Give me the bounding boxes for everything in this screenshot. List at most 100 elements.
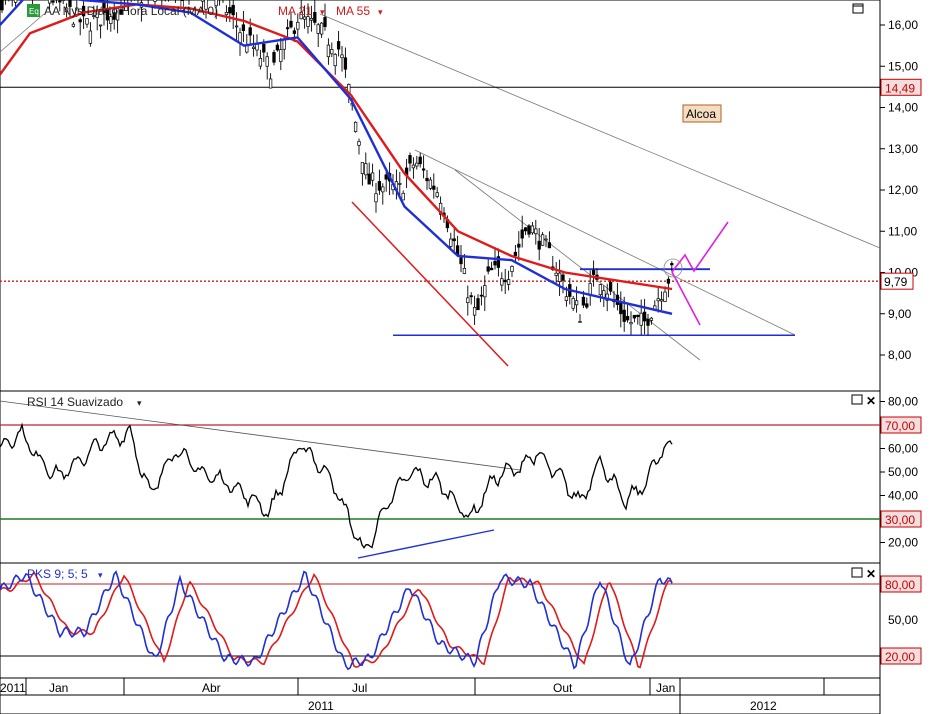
price-candle-body bbox=[479, 294, 484, 297]
price-candle-body bbox=[58, 0, 62, 3]
close-stoch-icon[interactable]: ✕ bbox=[866, 567, 876, 581]
price-panel[interactable] bbox=[0, 0, 881, 392]
price-candle-body bbox=[381, 186, 385, 193]
price-candle-body bbox=[493, 260, 497, 266]
price-candle-body bbox=[343, 57, 348, 70]
price-candle-body bbox=[377, 181, 382, 191]
price-tick-label: 8,00 bbox=[888, 348, 912, 362]
price-candle-body bbox=[649, 317, 654, 321]
x-axis-month-label: Jan bbox=[49, 681, 68, 695]
price-candle-body bbox=[200, 0, 205, 2]
price-candle-body bbox=[466, 297, 470, 303]
price-candle-body bbox=[510, 266, 514, 272]
stoch-dropdown-icon[interactable]: ▾ bbox=[98, 570, 103, 580]
rsi-tick-label: 60,00 bbox=[888, 442, 918, 456]
price-candle-body bbox=[663, 291, 667, 302]
rsi-panel[interactable] bbox=[0, 390, 881, 564]
price-tick-label: 12,00 bbox=[888, 183, 918, 197]
price-candle-body bbox=[459, 257, 463, 265]
ma-fast-dropdown-icon[interactable]: ▾ bbox=[320, 7, 325, 17]
price-candle-body bbox=[47, 0, 52, 4]
price-candle-body bbox=[581, 296, 586, 306]
price-candle-body bbox=[659, 299, 664, 302]
price-candle-body bbox=[370, 172, 375, 181]
price-candle-body bbox=[619, 301, 623, 315]
price-candle-body bbox=[476, 298, 480, 311]
price-candle-body bbox=[51, 0, 55, 3]
price-candle-body bbox=[469, 295, 473, 298]
stoch-title[interactable]: PKS 9; 5; 5 bbox=[27, 567, 88, 581]
price-candle-body bbox=[411, 164, 416, 169]
price-candle-body bbox=[585, 303, 589, 308]
price-candle-body bbox=[323, 17, 327, 27]
price-candle-body bbox=[275, 44, 280, 51]
price-candle-body bbox=[418, 156, 422, 165]
price-candle-body bbox=[408, 155, 412, 164]
price-tick-label: 14,00 bbox=[888, 101, 918, 115]
price-candle-body bbox=[374, 193, 378, 203]
x-axis-month-label: Out bbox=[553, 681, 573, 695]
price-candle-body bbox=[245, 45, 249, 53]
x-axis-year-label: 2012 bbox=[750, 699, 777, 713]
rsi-dropdown-icon[interactable]: ▾ bbox=[137, 398, 142, 408]
price-tick-label: 16,00 bbox=[888, 18, 918, 32]
stoch-panel[interactable] bbox=[0, 562, 881, 679]
price-candle-body bbox=[398, 183, 402, 185]
price-candle-body bbox=[85, 18, 89, 25]
price-candle-body bbox=[517, 243, 521, 248]
price-candle-body bbox=[530, 225, 535, 234]
price-candle-body bbox=[306, 16, 310, 27]
price-candle-body bbox=[554, 272, 558, 276]
price-candle-body bbox=[574, 300, 579, 306]
ma-slow-dropdown-icon[interactable]: ▾ bbox=[378, 7, 383, 17]
price-candle-body bbox=[282, 39, 286, 50]
price-candle-body bbox=[248, 27, 252, 36]
chart-canvas[interactable]: 16,0015,0014,0013,0012,0011,0010,009,008… bbox=[0, 0, 930, 714]
price-candle-body bbox=[602, 290, 606, 298]
price-candle-body bbox=[289, 20, 293, 28]
x-axis-years-band bbox=[0, 694, 881, 714]
chart-title[interactable]: AA Nys Diário Hora Local (MA 0) bbox=[44, 4, 218, 18]
price-candle-body bbox=[666, 278, 671, 284]
price-candle-body bbox=[642, 311, 647, 322]
price-tick-label: 9,00 bbox=[888, 307, 912, 321]
price-candle-body bbox=[364, 163, 368, 176]
ma-fast-label[interactable]: MA 21 bbox=[278, 4, 312, 18]
price-candle-body bbox=[292, 30, 297, 34]
price-candle-body bbox=[639, 312, 643, 326]
price-candle-body bbox=[421, 168, 426, 171]
price-candle-body bbox=[330, 49, 334, 55]
x-axis-month-label: 2011 bbox=[0, 681, 26, 695]
close-rsi-icon[interactable]: ✕ bbox=[866, 394, 876, 408]
rsi-upper-tag-label: 70,00 bbox=[885, 419, 915, 433]
price-candle-body bbox=[537, 240, 541, 250]
price-candle-body bbox=[462, 268, 467, 274]
price-candle-body bbox=[98, 24, 103, 27]
price-candle-body bbox=[279, 49, 283, 62]
price-candle-body bbox=[316, 24, 320, 34]
price-candle-body bbox=[449, 238, 453, 247]
price-candle-body bbox=[296, 21, 300, 30]
price-candle-body bbox=[578, 321, 582, 323]
price-candle-body bbox=[88, 30, 93, 44]
stoch-lower-tag-label: 20,00 bbox=[885, 650, 915, 664]
price-candle-body bbox=[500, 278, 504, 286]
price-candle-body bbox=[452, 238, 456, 242]
ma-slow-label[interactable]: MA 55 bbox=[336, 4, 370, 18]
x-axis-month-label: Jan bbox=[656, 681, 675, 695]
price-candle-body bbox=[622, 309, 626, 322]
price-tick-label: 13,00 bbox=[888, 142, 918, 156]
price-candle-body bbox=[265, 56, 269, 67]
price-candle-body bbox=[435, 192, 439, 197]
eq-badge-label: Eq bbox=[29, 7, 39, 16]
price-candle-body bbox=[336, 41, 341, 50]
price-candle-body bbox=[428, 179, 433, 189]
price-candle-body bbox=[384, 174, 388, 180]
price-candle-body bbox=[340, 54, 344, 59]
price-candle-body bbox=[272, 52, 276, 63]
rsi-title[interactable]: RSI 14 Suavizado bbox=[27, 395, 123, 409]
price-candle-body bbox=[523, 227, 528, 232]
price-candle-body bbox=[258, 58, 263, 67]
price-candle-body bbox=[571, 298, 575, 309]
price-tick-label: 11,00 bbox=[888, 224, 917, 238]
